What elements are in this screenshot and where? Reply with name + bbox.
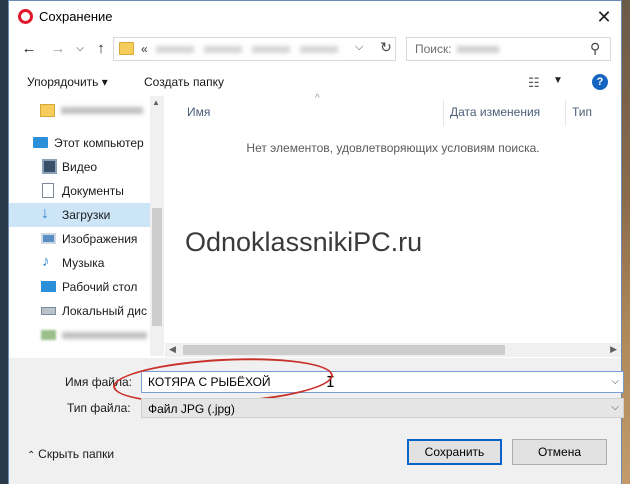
sidebar-item-label: Документы <box>62 184 124 198</box>
background-left <box>0 0 8 484</box>
sidebar-item-label: Изображения <box>62 232 138 246</box>
scroll-up-icon[interactable]: ▲ <box>152 98 160 107</box>
recent-locations-button[interactable]: ⌵ <box>70 39 90 59</box>
sidebar-item-label: Этот компьютер <box>54 136 144 150</box>
filetype-label: Тип файла: <box>67 401 131 415</box>
drive-icon <box>41 307 56 315</box>
images-icon <box>41 233 56 244</box>
sidebar-item-label: Локальный дис <box>62 304 147 318</box>
sidebar-item-downloads[interactable]: ↓ Загрузки <box>9 203 150 227</box>
sidebar-item-local-disk[interactable]: Локальный дис <box>9 299 150 323</box>
blurred-label <box>61 107 143 114</box>
column-separator <box>565 100 566 126</box>
column-header-name[interactable]: Имя <box>187 105 210 119</box>
scroll-right-icon[interactable]: ▶ <box>610 344 617 355</box>
back-button[interactable]: ← <box>19 39 39 59</box>
computer-icon <box>33 137 48 148</box>
sidebar-item-quick-folder[interactable] <box>9 98 150 122</box>
up-button[interactable]: ↑ <box>91 39 111 59</box>
downloads-icon: ↓ <box>41 205 49 222</box>
sidebar-item-label: Видео <box>62 160 98 174</box>
address-dropdown-icon[interactable]: ⌵ <box>355 41 363 54</box>
filetype-select[interactable]: Файл JPG (.jpg) ⌵ <box>141 398 624 418</box>
sidebar-item-this-pc[interactable]: Этот компьютер <box>9 131 150 155</box>
hide-folders-button[interactable]: ⌃ Скрыть папки <box>27 447 114 461</box>
new-folder-button[interactable]: Создать папку <box>144 75 224 89</box>
file-list-pane: ^ Имя Дата изменения Тип Нет элементов, … <box>165 93 621 356</box>
sidebar-item-label: Загрузки <box>62 208 111 222</box>
address-bar[interactable]: « ⌵ ↻ <box>113 37 396 61</box>
filetype-value: Файл JPG (.jpg) <box>148 402 235 416</box>
column-header-type[interactable]: Тип <box>572 105 592 119</box>
save-dialog: Сохранение ✕ ← → ⌵ ↑ « ⌵ ↻ Поиск: ⚲ Упор… <box>8 0 624 484</box>
search-placeholder: Поиск: <box>415 42 452 56</box>
documents-icon <box>42 183 54 198</box>
sidebar-item-network-drive[interactable] <box>9 323 150 347</box>
arrow-left-icon: ← <box>21 40 37 57</box>
network-icon <box>41 330 56 340</box>
filename-dropdown-icon[interactable]: ⌵ <box>611 376 619 387</box>
sidebar-item-desktop[interactable]: Рабочий стол <box>9 275 150 299</box>
arrow-right-icon: → <box>50 40 66 57</box>
address-prefix: « <box>141 42 148 56</box>
organize-button[interactable]: Упорядочить ▾ <box>27 75 108 89</box>
scroll-left-icon[interactable]: ◀ <box>169 344 176 355</box>
search-scope-blurred <box>457 46 499 53</box>
empty-results-message: Нет элементов, удовлетворяющих условиям … <box>246 141 540 155</box>
video-icon <box>42 159 57 174</box>
sidebar-item-documents[interactable]: Документы <box>9 179 150 203</box>
chevron-up-icon: ⌃ <box>27 450 39 461</box>
sidebar-item-video[interactable]: Видео <box>9 155 150 179</box>
watermark-text: OdnoklassnikiPC.ru <box>185 227 423 257</box>
save-button[interactable]: Сохранить <box>407 439 502 465</box>
blurred-label <box>62 332 147 339</box>
cancel-button[interactable]: Отмена <box>512 439 607 465</box>
chevron-down-icon: ⌵ <box>76 43 84 54</box>
sort-ascending-icon: ^ <box>315 93 320 104</box>
hide-folders-label: Скрыть папки <box>38 447 115 461</box>
sidebar-item-music[interactable]: ♪ Музыка <box>9 251 150 275</box>
help-icon[interactable]: ? <box>592 74 608 90</box>
column-separator <box>443 100 444 126</box>
view-options-icon[interactable]: ☷ <box>528 75 540 91</box>
address-path-blurred <box>156 46 346 53</box>
folder-icon <box>119 42 134 55</box>
folder-icon <box>40 104 55 117</box>
sidebar-item-images[interactable]: Изображения <box>9 227 150 251</box>
navigation-pane: Этот компьютер Видео Документы ↓ Загрузк… <box>9 96 164 356</box>
title-bar: Сохранение ✕ <box>9 1 621 32</box>
forward-button[interactable]: → <box>48 39 68 59</box>
search-icon: ⚲ <box>590 40 601 56</box>
view-dropdown-icon[interactable]: ▼ <box>553 75 563 86</box>
sidebar-scrollbar-thumb[interactable] <box>152 208 162 326</box>
file-list-scrollbar[interactable]: ◀ ▶ <box>165 343 621 357</box>
search-input[interactable]: Поиск: ⚲ <box>406 37 611 61</box>
filetype-dropdown-icon[interactable]: ⌵ <box>611 402 619 413</box>
refresh-icon[interactable]: ↻ <box>377 39 395 59</box>
close-icon: ✕ <box>596 7 612 27</box>
column-header-date[interactable]: Дата изменения <box>450 105 540 119</box>
window-title: Сохранение <box>39 9 113 24</box>
arrow-up-icon: ↑ <box>97 40 105 57</box>
opera-icon <box>18 9 33 24</box>
music-icon: ♪ <box>42 253 50 270</box>
sidebar-scrollbar[interactable]: ▲ <box>150 96 164 356</box>
sidebar-item-label: Музыка <box>62 256 105 270</box>
close-button[interactable]: ✕ <box>591 4 617 30</box>
file-list-scrollbar-thumb[interactable] <box>183 345 505 355</box>
sidebar-item-label: Рабочий стол <box>62 280 138 294</box>
desktop-icon <box>41 281 56 292</box>
